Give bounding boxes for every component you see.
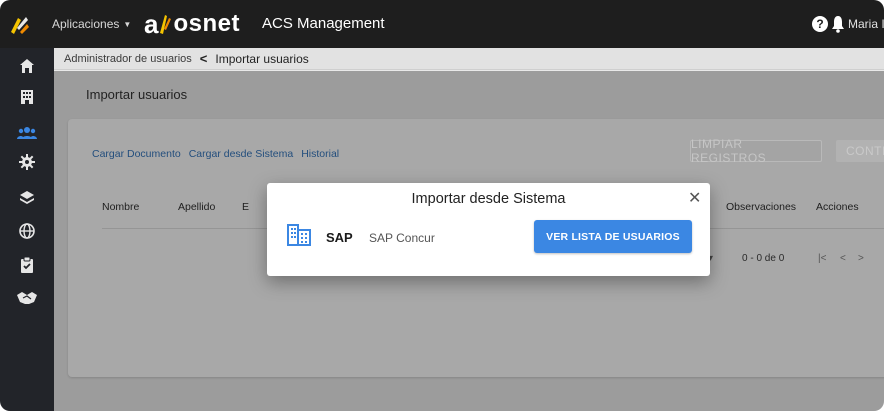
import-from-system-dialog: Importar desde Sistema ✕ SAP SAP Concur … bbox=[267, 183, 710, 276]
home-icon[interactable] bbox=[17, 56, 37, 76]
globe-icon[interactable] bbox=[17, 221, 37, 241]
first-page-icon[interactable]: |< bbox=[818, 253, 826, 264]
layers-icon[interactable] bbox=[17, 188, 37, 208]
close-icon[interactable]: ✕ bbox=[688, 188, 701, 208]
column-header-name[interactable]: Nombre bbox=[102, 201, 139, 213]
system-name: SAP bbox=[326, 230, 353, 245]
brand-logo: a osnet bbox=[144, 7, 240, 41]
logo-icon[interactable] bbox=[8, 14, 30, 36]
next-page-icon[interactable]: > bbox=[858, 253, 864, 264]
view-user-list-button[interactable]: VER LISTA DE USUARIOS bbox=[534, 220, 692, 253]
breadcrumb-parent[interactable]: Administrador de usuarios bbox=[64, 53, 192, 65]
continue-button[interactable]: CONTI bbox=[836, 140, 884, 162]
apps-menu[interactable]: Aplicaciones ▼ bbox=[52, 17, 131, 31]
column-header-actions: Acciones bbox=[816, 201, 859, 213]
prev-page-icon[interactable]: < bbox=[840, 253, 846, 264]
top-bar: Aplicaciones ▼ a osnet ACS Management ? … bbox=[0, 0, 884, 48]
pagination-range: 0 - 0 de 0 bbox=[742, 253, 785, 264]
sidebar bbox=[0, 48, 54, 411]
caret-down-icon: ▼ bbox=[123, 19, 132, 29]
link-load-from-system[interactable]: Cargar desde Sistema bbox=[189, 148, 293, 160]
link-upload-document[interactable]: Cargar Documento bbox=[92, 148, 181, 160]
apps-menu-label: Aplicaciones bbox=[52, 17, 120, 31]
users-icon[interactable] bbox=[17, 123, 37, 143]
column-header-observations[interactable]: Observaciones bbox=[726, 201, 796, 213]
user-name[interactable]: Maria I bbox=[848, 17, 884, 31]
app-window: Aplicaciones ▼ a osnet ACS Management ? … bbox=[0, 0, 884, 411]
link-history[interactable]: Historial bbox=[301, 148, 339, 160]
gear-icon[interactable] bbox=[17, 152, 37, 172]
bell-icon[interactable] bbox=[831, 15, 845, 33]
clear-records-button[interactable]: LIMPIAR REGISTROS bbox=[690, 137, 822, 165]
system-description: SAP Concur bbox=[369, 231, 435, 245]
app-title: ACS Management bbox=[262, 15, 385, 32]
help-icon[interactable]: ? bbox=[812, 16, 828, 32]
breadcrumb-current: Importar usuarios bbox=[215, 51, 309, 66]
handshake-icon[interactable] bbox=[17, 288, 37, 308]
dialog-title: Importar desde Sistema bbox=[411, 191, 566, 207]
page-title: Importar usuarios bbox=[86, 87, 188, 102]
breadcrumb: Administrador de usuarios < Importar usu… bbox=[54, 48, 884, 70]
brand-logo-a: a bbox=[144, 8, 159, 39]
column-header-email[interactable]: E bbox=[242, 201, 249, 213]
building-icon[interactable] bbox=[17, 87, 37, 107]
building-grid-icon bbox=[287, 224, 311, 246]
brand-bolt-icon bbox=[160, 15, 172, 34]
brand-logo-net: osnet bbox=[173, 10, 240, 37]
breadcrumb-back-icon[interactable]: < bbox=[200, 51, 208, 66]
clipboard-check-icon[interactable] bbox=[17, 255, 37, 275]
column-header-lastname[interactable]: Apellido bbox=[178, 201, 215, 213]
import-source-links: Cargar Documento Cargar desde Sistema Hi… bbox=[92, 148, 339, 160]
